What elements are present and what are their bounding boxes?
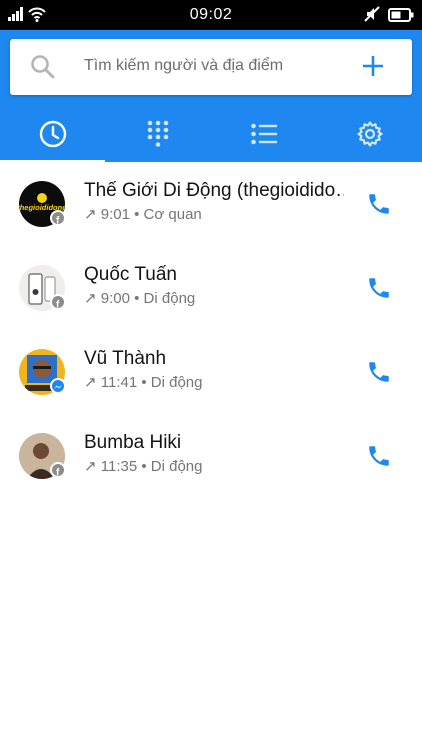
tab-contacts[interactable] (211, 105, 316, 162)
call-meta: ↗ 11:35 • Di động (84, 458, 203, 475)
outgoing-call-icon: ↗ (84, 290, 97, 307)
phone-call-icon[interactable] (366, 443, 392, 469)
search-bar[interactable]: Tìm kiếm người và địa điểm (10, 39, 412, 95)
svg-text:f: f (56, 300, 60, 310)
call-time: 11:35 (100, 458, 138, 475)
facebook-badge-icon: f (50, 462, 66, 479)
outgoing-call-icon: ↗ (84, 206, 97, 223)
contact-name: Vũ Thành (84, 348, 167, 369)
call-log-item[interactable]: f Bumba Hiki ↗ 11:35 • Di động (0, 414, 422, 498)
phone-label: Cơ quan (143, 206, 202, 223)
tab-recent[interactable] (0, 105, 105, 164)
call-meta: ↗ 11:41 • Di động (84, 374, 203, 391)
svg-text:f: f (56, 216, 60, 226)
list-icon (250, 123, 277, 144)
svg-text:f: f (56, 468, 60, 478)
search-input[interactable]: Tìm kiếm người và địa điểm (84, 57, 283, 75)
facebook-badge-icon: f (50, 210, 66, 227)
dialpad-icon (147, 120, 168, 147)
messenger-badge-icon (50, 378, 66, 394)
call-time: 11:41 (100, 374, 138, 391)
call-meta: ↗ 9:00 • Di động (84, 290, 196, 307)
phone-call-icon[interactable] (366, 275, 392, 301)
mute-icon (364, 6, 380, 22)
outgoing-call-icon: ↗ (84, 374, 97, 391)
phone-call-icon[interactable] (366, 191, 392, 217)
tab-dialpad[interactable] (105, 105, 210, 162)
phone-call-icon[interactable] (366, 359, 392, 385)
battery-icon (388, 8, 414, 22)
contact-name: Thế Giới Di Động (thegioidido… (84, 180, 344, 201)
tab-bar (0, 105, 422, 164)
contact-name: Quốc Tuấn (84, 264, 177, 285)
call-meta: ↗ 9:01 • Cơ quan (84, 206, 202, 223)
phone-label: Di động (150, 458, 203, 475)
status-bar: 09:02 (0, 0, 422, 30)
outgoing-call-icon: ↗ (84, 458, 97, 475)
facebook-badge-icon: f (50, 294, 66, 311)
search-icon (31, 55, 55, 79)
app-header: Tìm kiếm người và địa điểm (0, 30, 422, 164)
gear-icon (356, 120, 383, 147)
call-log-item[interactable]: Vũ Thành ↗ 11:41 • Di động (0, 330, 422, 414)
call-time: 9:01 (100, 206, 130, 223)
phone-label: Di động (143, 290, 196, 307)
call-log-item[interactable]: f Quốc Tuấn ↗ 9:00 • Di động (0, 246, 422, 330)
status-time: 09:02 (189, 6, 233, 23)
phone-label: Di động (150, 374, 203, 391)
contact-name: Bumba Hiki (84, 432, 182, 453)
clock-icon (39, 120, 66, 147)
call-time: 9:00 (100, 290, 130, 307)
tab-settings[interactable] (317, 105, 422, 162)
call-log-item[interactable]: thegioididong f Thế Giới Di Động (thegio… (0, 162, 422, 246)
add-icon[interactable] (362, 55, 384, 77)
